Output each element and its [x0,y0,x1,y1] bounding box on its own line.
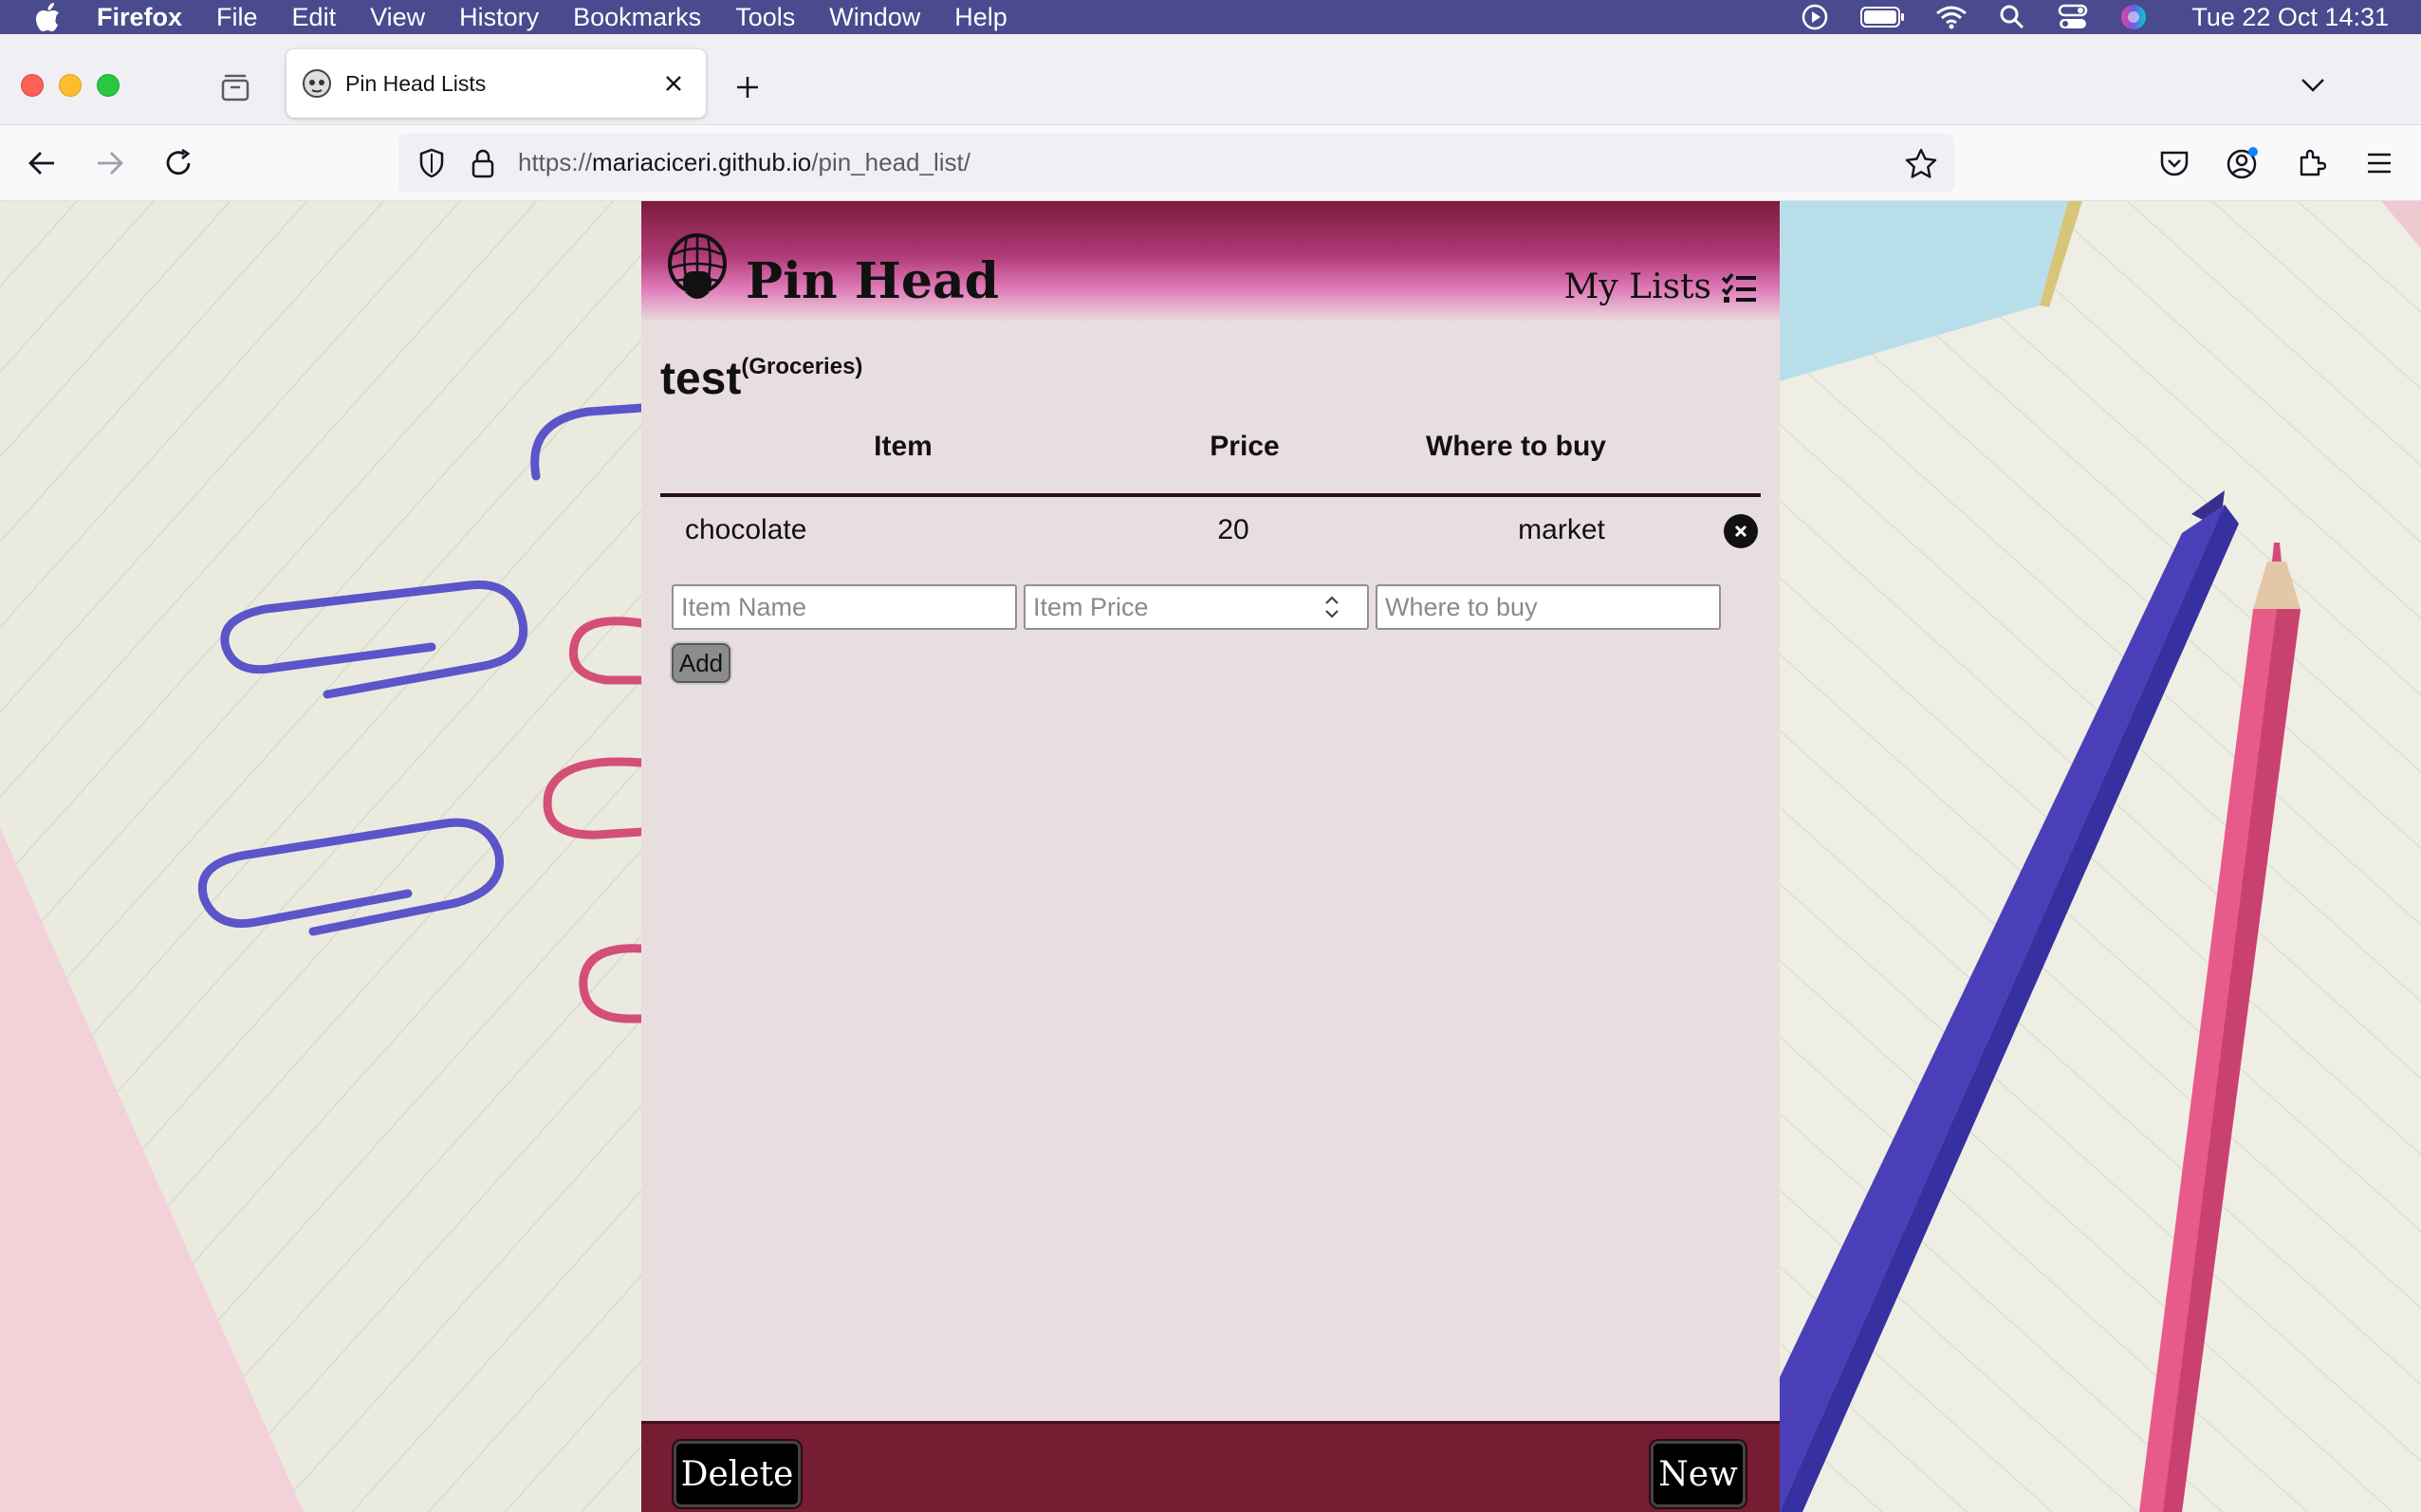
forward-arrow-icon[interactable] [89,142,131,184]
window-zoom-button[interactable] [97,74,120,97]
window-close-button[interactable] [21,74,44,97]
browser-nav-bar: https://mariaciceri.github.io/pin_head_l… [0,125,2421,201]
app-header: Pin Head My Lists [641,201,1780,323]
apple-menu-icon[interactable] [32,1,65,33]
list-title: test (Groceries) [660,353,862,406]
reload-icon[interactable] [157,142,199,184]
pin-head-favicon-icon [302,68,332,99]
list-name: test [660,354,742,404]
app-brand-title: Pin Head [746,252,1000,310]
new-tab-icon[interactable] [727,66,768,108]
tab-list-icon[interactable] [216,68,254,106]
back-arrow-icon[interactable] [21,142,63,184]
url-prefix: https:// [518,148,593,176]
delete-list-button[interactable]: Delete [674,1441,801,1507]
pocket-icon[interactable] [2153,142,2195,184]
play-icon[interactable] [1799,4,1831,30]
tab-pin-head-lists[interactable]: Pin Head Lists [286,49,706,118]
url-text[interactable]: https://mariaciceri.github.io/pin_head_l… [518,148,970,177]
add-item-button[interactable]: Add [672,643,730,683]
remove-item-icon[interactable] [1724,514,1758,548]
siri-icon[interactable] [2117,4,2150,30]
menu-view[interactable]: View [370,3,425,32]
control-center-icon[interactable] [2057,4,2089,30]
extensions-puzzle-icon[interactable] [2290,142,2332,184]
url-bar[interactable]: https://mariaciceri.github.io/pin_head_l… [398,134,1954,193]
row-item-price: 20 [1217,514,1249,545]
browser-tab-strip: Pin Head Lists [0,34,2421,125]
my-lists-button[interactable]: My Lists [1564,267,1757,306]
price-stepper-icon[interactable] [1319,590,1345,624]
tab-title: Pin Head Lists [345,70,487,96]
item-price-input[interactable] [1024,584,1369,630]
battery-icon[interactable] [1859,4,1907,30]
row-item-where: market [1518,514,1605,545]
list-all-tabs-chevron-icon[interactable] [2294,66,2332,104]
where-to-buy-input[interactable] [1376,584,1721,630]
menu-tools[interactable]: Tools [735,3,795,32]
url-host: mariaciceri.github.io [592,148,812,176]
row-item-name: chocolate [685,514,807,545]
app-menu-hamburger-icon[interactable] [2358,142,2400,184]
menu-app-firefox[interactable]: Firefox [97,3,182,32]
bookmark-star-icon[interactable] [1903,145,1939,181]
pin-head-logo-icon [668,233,727,299]
pin-head-app-panel: Pin Head My Lists test (Groceries) Item … [641,201,1780,1512]
url-path: /pin_head_list/ [811,148,970,176]
my-lists-label: My Lists [1563,267,1711,306]
wifi-icon[interactable] [1935,4,1968,30]
menu-bar-clock[interactable]: Tue 22 Oct 14:31 [2191,3,2389,32]
menu-window[interactable]: Window [829,3,920,32]
tab-close-icon[interactable] [656,66,691,101]
menu-file[interactable]: File [216,3,258,32]
page-viewport: Pin Head My Lists test (Groceries) Item … [0,201,2421,1512]
macos-menu-bar: Firefox File Edit View History Bookmarks… [0,0,2421,34]
lock-icon[interactable] [465,145,501,181]
list-category: (Groceries) [741,354,863,379]
menu-help[interactable]: Help [954,3,1007,32]
tracking-protection-shield-icon[interactable] [414,145,450,181]
column-header-price: Price [1210,431,1280,462]
account-avatar-icon[interactable] [2222,142,2264,184]
column-header-item: Item [874,431,933,462]
column-header-where: Where to buy [1425,431,1606,462]
item-name-input[interactable] [672,584,1017,630]
app-footer: Delete New [641,1421,1780,1512]
menu-edit[interactable]: Edit [292,3,337,32]
spotlight-icon[interactable] [1996,4,2028,30]
menu-history[interactable]: History [459,3,539,32]
menu-bookmarks[interactable]: Bookmarks [573,3,701,32]
checklist-icon [1721,272,1756,303]
new-list-button[interactable]: New [1651,1441,1746,1507]
window-minimize-button[interactable] [59,74,82,97]
